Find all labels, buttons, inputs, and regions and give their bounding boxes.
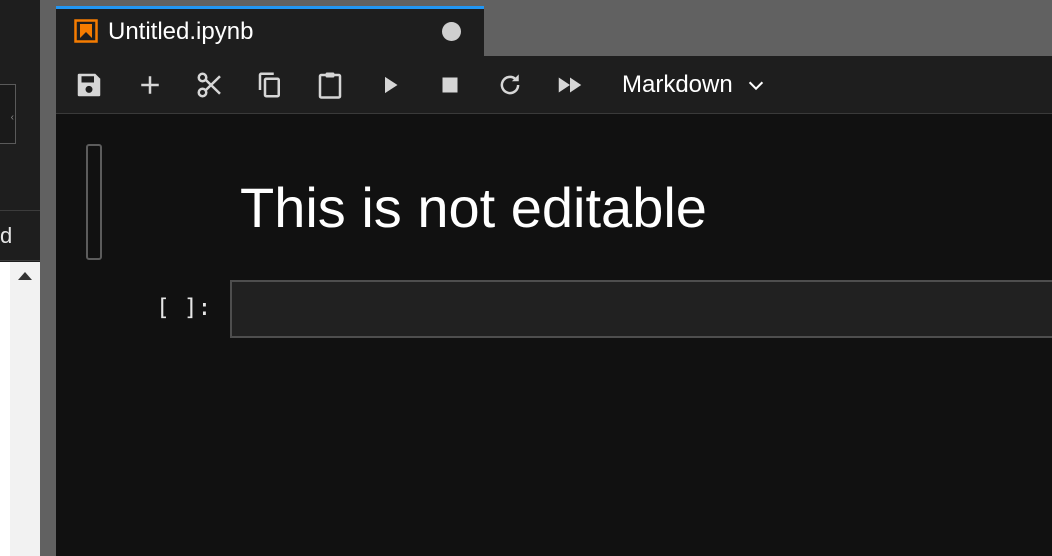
markdown-heading[interactable]: This is not editable — [240, 174, 707, 242]
paste-icon — [318, 72, 342, 99]
divider — [0, 210, 40, 211]
file-browser-panel: ‹ d — [0, 0, 40, 556]
panel-splitter[interactable] — [40, 0, 56, 556]
add-cell-icon — [141, 76, 159, 94]
chevron-down-icon — [748, 81, 763, 91]
cell-type-value: Markdown — [622, 71, 733, 98]
copy-icon — [258, 72, 280, 98]
cell-type-dropdown[interactable]: Markdown — [622, 68, 767, 102]
save-button[interactable] — [72, 68, 106, 102]
cut-icon — [197, 72, 221, 98]
run-icon — [385, 76, 398, 94]
file-list-header[interactable]: d — [0, 222, 40, 250]
run-all-icon — [558, 77, 582, 93]
run-button[interactable] — [373, 68, 407, 102]
tab-untitled-notebook[interactable]: Untitled.ipynb — [56, 6, 484, 56]
save-icon — [77, 73, 101, 97]
code-cell-editor[interactable] — [230, 280, 1052, 338]
add-cell-button[interactable] — [133, 68, 167, 102]
stop-icon — [442, 77, 458, 93]
divider — [0, 260, 40, 261]
input-prompt: [ ]: — [156, 295, 212, 321]
stop-button[interactable] — [433, 68, 467, 102]
app-window: ‹ d Untitled.ipynb Markdown This is not … — [0, 0, 1052, 556]
chevron-left-icon: ‹ — [10, 112, 14, 123]
restart-button[interactable] — [493, 68, 527, 102]
copy-button[interactable] — [253, 68, 287, 102]
notebook-panel: This is not editable [ ]: — [56, 114, 1052, 556]
tab-bar: Untitled.ipynb — [56, 0, 1052, 56]
file-list-content[interactable] — [0, 262, 10, 556]
notebook-icon — [74, 19, 98, 43]
unsaved-indicator-icon[interactable] — [442, 22, 461, 41]
paste-button[interactable] — [313, 68, 347, 102]
tab-title: Untitled.ipynb — [108, 18, 254, 45]
file-list-scrollbar[interactable] — [10, 262, 40, 556]
cut-button[interactable] — [193, 68, 227, 102]
cell-collapser[interactable] — [86, 144, 102, 260]
filter-input[interactable]: ‹ — [0, 84, 16, 144]
restart-icon — [500, 74, 520, 95]
notebook-toolbar: Markdown — [56, 56, 1052, 114]
scroll-up-arrow-icon[interactable] — [18, 272, 32, 280]
run-all-button[interactable] — [553, 68, 587, 102]
